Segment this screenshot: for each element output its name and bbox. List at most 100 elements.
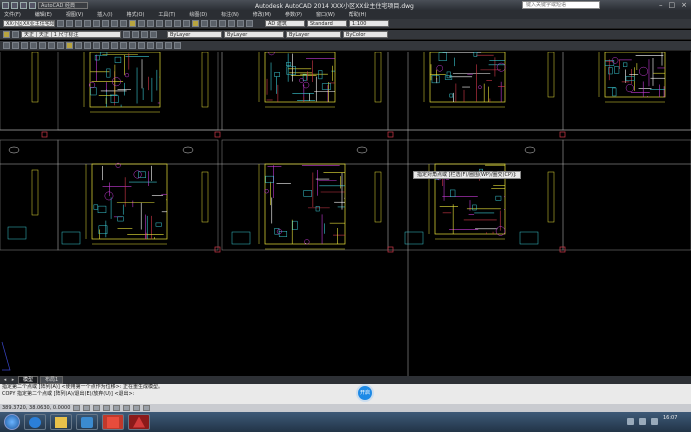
text-icon[interactable] bbox=[57, 42, 64, 49]
linetype-combo[interactable]: ByLayer bbox=[224, 31, 284, 38]
menu-format[interactable]: 格式(O) bbox=[127, 11, 145, 18]
layer-combo[interactable]: 天正 | 天正 | 1 尺寸标注 bbox=[21, 31, 121, 38]
rectangle-icon[interactable] bbox=[39, 42, 46, 49]
properties-icon[interactable] bbox=[192, 20, 199, 27]
maximize-button[interactable]: □ bbox=[669, 1, 676, 9]
save-icon[interactable] bbox=[29, 1, 36, 9]
copy-icon[interactable] bbox=[111, 20, 118, 27]
circle-icon[interactable] bbox=[21, 42, 28, 49]
new-file-icon[interactable] bbox=[11, 1, 18, 9]
print-icon[interactable] bbox=[84, 20, 91, 27]
scale-icon[interactable] bbox=[138, 42, 145, 49]
fillet-icon[interactable] bbox=[165, 42, 172, 49]
help-icon[interactable] bbox=[246, 20, 253, 27]
layer-properties-icon[interactable] bbox=[3, 31, 10, 38]
rotate-icon[interactable] bbox=[129, 42, 136, 49]
menu-dimension[interactable]: 标注(N) bbox=[221, 11, 239, 18]
paste-icon[interactable] bbox=[120, 20, 127, 27]
line-icon[interactable] bbox=[3, 42, 10, 49]
layer-unisolate-icon[interactable] bbox=[150, 31, 157, 38]
color-combo[interactable]: ByLayer bbox=[167, 31, 222, 38]
help-search-input[interactable]: 键入关键字或短语 bbox=[522, 1, 600, 9]
tab-layout1[interactable]: 布局1 bbox=[40, 376, 64, 384]
layer-isolate-icon[interactable] bbox=[141, 31, 148, 38]
layer-state-icon[interactable] bbox=[12, 31, 19, 38]
minimize-button[interactable]: – bbox=[659, 1, 663, 9]
offset-icon[interactable] bbox=[102, 42, 109, 49]
menu-view[interactable]: 视图(V) bbox=[66, 11, 83, 18]
hatch-icon[interactable] bbox=[48, 42, 55, 49]
zoom-window-icon[interactable] bbox=[174, 20, 181, 27]
grid-toggle[interactable] bbox=[83, 405, 91, 411]
taskbar-explorer-icon[interactable] bbox=[50, 414, 72, 430]
design-center-icon[interactable] bbox=[201, 20, 208, 27]
app-menu-icon[interactable] bbox=[2, 1, 9, 9]
lineweight-toggle[interactable] bbox=[143, 405, 151, 411]
new-icon[interactable] bbox=[57, 20, 64, 27]
menu-insert[interactable]: 插入(I) bbox=[97, 11, 112, 18]
menu-help[interactable]: 帮助(H) bbox=[349, 11, 367, 18]
trim-icon[interactable] bbox=[147, 42, 154, 49]
osnap-toggle[interactable] bbox=[113, 405, 121, 411]
zoom-realtime-icon[interactable] bbox=[165, 20, 172, 27]
arc-icon[interactable] bbox=[30, 42, 37, 49]
taskbar-xmind-icon[interactable] bbox=[102, 414, 124, 430]
menu-parametric[interactable]: 参数(P) bbox=[285, 11, 302, 18]
ortho-toggle[interactable] bbox=[93, 405, 101, 411]
quickcalc-icon[interactable] bbox=[237, 20, 244, 27]
tray-flag-icon[interactable] bbox=[651, 418, 658, 425]
menu-draw[interactable]: 绘图(D) bbox=[189, 11, 207, 18]
file-tab[interactable]: XX小区XX业主住宅项目* bbox=[3, 20, 55, 27]
block-icon[interactable] bbox=[66, 42, 73, 49]
array-icon[interactable] bbox=[111, 42, 118, 49]
erase-icon[interactable] bbox=[75, 42, 82, 49]
open-file-icon[interactable] bbox=[20, 1, 27, 9]
taskbar-autocad-icon[interactable] bbox=[128, 414, 150, 430]
tab-first-arrow[interactable]: ◂ bbox=[2, 377, 8, 383]
tab-model[interactable]: 模型 bbox=[18, 376, 39, 384]
pan-icon[interactable] bbox=[156, 20, 163, 27]
mirror-icon[interactable] bbox=[93, 42, 100, 49]
explode-icon[interactable] bbox=[174, 42, 181, 49]
menu-modify[interactable]: 修改(M) bbox=[253, 11, 271, 18]
tab-next-arrow[interactable]: ▸ bbox=[10, 377, 16, 383]
make-current-layer-icon[interactable] bbox=[123, 31, 130, 38]
start-button[interactable] bbox=[4, 414, 20, 430]
dim-style-combo[interactable]: Standard bbox=[307, 20, 347, 27]
close-button[interactable]: × bbox=[681, 1, 687, 9]
match-properties-icon[interactable] bbox=[129, 20, 136, 27]
dyn-toggle[interactable] bbox=[133, 405, 141, 411]
preview-icon[interactable] bbox=[93, 20, 100, 27]
menu-edit[interactable]: 编辑(E) bbox=[35, 11, 52, 18]
polar-toggle[interactable] bbox=[103, 405, 111, 411]
polyline-icon[interactable] bbox=[12, 42, 19, 49]
plot-style-combo[interactable]: ByColor bbox=[343, 31, 388, 38]
sheet-set-icon[interactable] bbox=[219, 20, 226, 27]
tool-palettes-icon[interactable] bbox=[210, 20, 217, 27]
save-icon[interactable] bbox=[75, 20, 82, 27]
open-icon[interactable] bbox=[66, 20, 73, 27]
workspace-dropdown[interactable]: AutoCAD 经典 bbox=[38, 1, 88, 9]
zoom-previous-icon[interactable] bbox=[183, 20, 190, 27]
taskbar-ie-icon[interactable] bbox=[24, 414, 46, 430]
copy-object-icon[interactable] bbox=[84, 42, 91, 49]
menu-file[interactable]: 文件(F) bbox=[4, 11, 21, 18]
undo-icon[interactable] bbox=[138, 20, 145, 27]
otrack-toggle[interactable] bbox=[123, 405, 131, 411]
redo-icon[interactable] bbox=[147, 20, 154, 27]
taskbar-media-icon[interactable] bbox=[76, 414, 98, 430]
menu-window[interactable]: 窗口(W) bbox=[316, 11, 335, 18]
floating-action-button[interactable]: 开启 bbox=[356, 384, 374, 402]
command-line[interactable]: 指定第二个点或 [阵列(A)] <使用第一个点作为位移>: 正在重生成模型。 C… bbox=[0, 384, 691, 404]
drawing-canvas[interactable] bbox=[0, 52, 691, 376]
scale-combo[interactable]: 1:100 bbox=[349, 20, 389, 27]
layer-previous-icon[interactable] bbox=[132, 31, 139, 38]
lineweight-combo[interactable]: ByLayer bbox=[286, 31, 341, 38]
cut-icon[interactable] bbox=[102, 20, 109, 27]
move-icon[interactable] bbox=[120, 42, 127, 49]
extend-icon[interactable] bbox=[156, 42, 163, 49]
text-style-combo[interactable]: AD 建筑 bbox=[265, 20, 305, 27]
menu-tools[interactable]: 工具(T) bbox=[158, 11, 175, 18]
tray-volume-icon[interactable] bbox=[639, 418, 646, 425]
tray-network-icon[interactable] bbox=[627, 418, 634, 425]
